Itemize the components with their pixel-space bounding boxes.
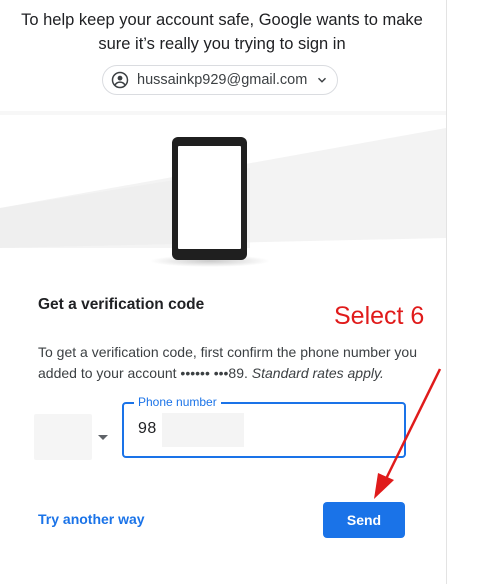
phone-number-field[interactable]: Phone number 98 bbox=[122, 395, 406, 458]
chevron-down-icon bbox=[317, 77, 327, 83]
verification-page: To help keep your account safe, Google w… bbox=[0, 0, 487, 584]
send-button[interactable]: Send bbox=[323, 502, 405, 538]
account-circle-icon bbox=[111, 71, 129, 89]
section-title: Get a verification code bbox=[38, 296, 205, 313]
description-note: Standard rates apply. bbox=[251, 365, 384, 381]
intro-text: To help keep your account safe, Google w… bbox=[21, 11, 423, 53]
page-divider bbox=[446, 0, 447, 584]
redacted-digits bbox=[162, 413, 244, 447]
country-code-select[interactable] bbox=[34, 414, 110, 460]
caret-down-icon bbox=[98, 434, 108, 440]
phone-illustration bbox=[0, 111, 446, 267]
annotation-text: Select 6 bbox=[334, 302, 425, 330]
account-email: hussainkp929@gmail.com bbox=[137, 72, 308, 88]
account-chip[interactable]: hussainkp929@gmail.com bbox=[102, 65, 338, 95]
phone-number-value[interactable]: 98 bbox=[138, 420, 157, 438]
country-flag bbox=[34, 414, 92, 460]
try-another-way-link[interactable]: Try another way bbox=[38, 511, 145, 527]
verification-description: To get a verification code, first confir… bbox=[38, 342, 418, 384]
phone-number-label: Phone number bbox=[134, 395, 221, 409]
